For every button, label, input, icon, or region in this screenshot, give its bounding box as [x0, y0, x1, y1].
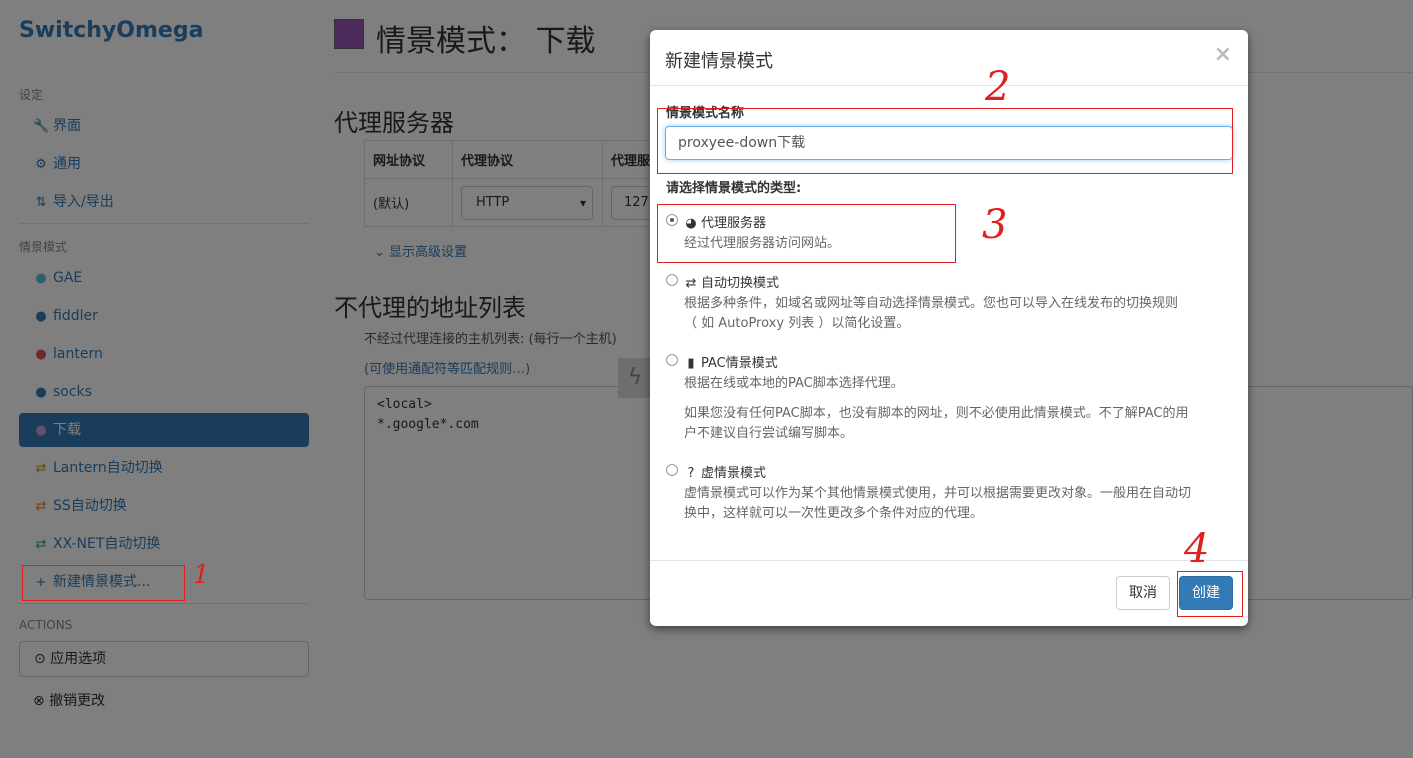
annotation-number-1: 1 — [193, 560, 210, 590]
option-title: ▮ PAC情景模式 — [684, 352, 778, 371]
option-desc: 根据在线或本地的PAC脚本选择代理。 — [684, 376, 904, 391]
option-desc: 根据多种条件，如域名或网址等自动选择情景模式。您也可以导入在线发布的切换规则 — [684, 296, 1179, 311]
option-title-text: 自动切换模式 — [701, 276, 780, 291]
radio-pac[interactable] — [666, 354, 678, 366]
option-desc: 虚情景模式可以作为某个其他情景模式使用，并可以根据需要更改对象。一般用在自动切 — [684, 486, 1192, 501]
option-desc: 如果您没有任何PAC脚本，也没有脚本的网址，则不必使用此情景模式。不了解PAC的… — [684, 406, 1189, 421]
modal-header: 新建情景模式 × — [650, 30, 1248, 86]
option-title: ⇄ 自动切换模式 — [684, 272, 779, 291]
type-option-switch[interactable]: ⇄ 自动切换模式 根据多种条件，如域名或网址等自动选择情景模式。您也可以导入在线发… — [666, 272, 1236, 332]
modal-footer-divider — [650, 560, 1248, 561]
radio-switch[interactable] — [666, 274, 678, 286]
option-desc: （ 如 AutoProxy 列表 ）以简化设置。 — [684, 316, 910, 331]
modal-title: 新建情景模式 — [665, 51, 773, 72]
close-icon[interactable]: × — [1214, 42, 1232, 67]
switch-icon: ⇄ — [685, 276, 697, 291]
option-desc: 换中，这样就可以一次性更改多个条件对应的代理。 — [684, 506, 984, 521]
annotation-number-3: 3 — [982, 202, 1008, 248]
profile-type-label: 请选择情景模式的类型: — [666, 181, 802, 196]
cancel-button[interactable]: 取消 — [1116, 576, 1170, 610]
annotation-box-1 — [22, 565, 185, 601]
radio-virtual[interactable] — [666, 464, 678, 476]
annotation-box-2 — [657, 108, 1233, 174]
option-title-text: 虚情景模式 — [701, 466, 767, 481]
type-option-virtual[interactable]: ? 虚情景模式 虚情景模式可以作为某个其他情景模式使用，并可以根据需要更改对象。一… — [666, 462, 1236, 522]
type-option-pac[interactable]: ▮ PAC情景模式 根据在线或本地的PAC脚本选择代理。 如果您没有任何PAC脚本… — [666, 352, 1236, 442]
option-title: ? 虚情景模式 — [684, 462, 766, 481]
annotation-number-4: 4 — [1184, 526, 1210, 572]
option-title-text: PAC情景模式 — [701, 356, 778, 371]
file-icon: ▮ — [687, 356, 695, 371]
annotation-box-4 — [1177, 571, 1243, 617]
annotation-number-2: 2 — [985, 64, 1011, 110]
option-desc: 户不建议自行尝试编写脚本。 — [684, 426, 854, 441]
question-icon: ? — [687, 466, 695, 481]
annotation-box-3 — [657, 204, 956, 263]
